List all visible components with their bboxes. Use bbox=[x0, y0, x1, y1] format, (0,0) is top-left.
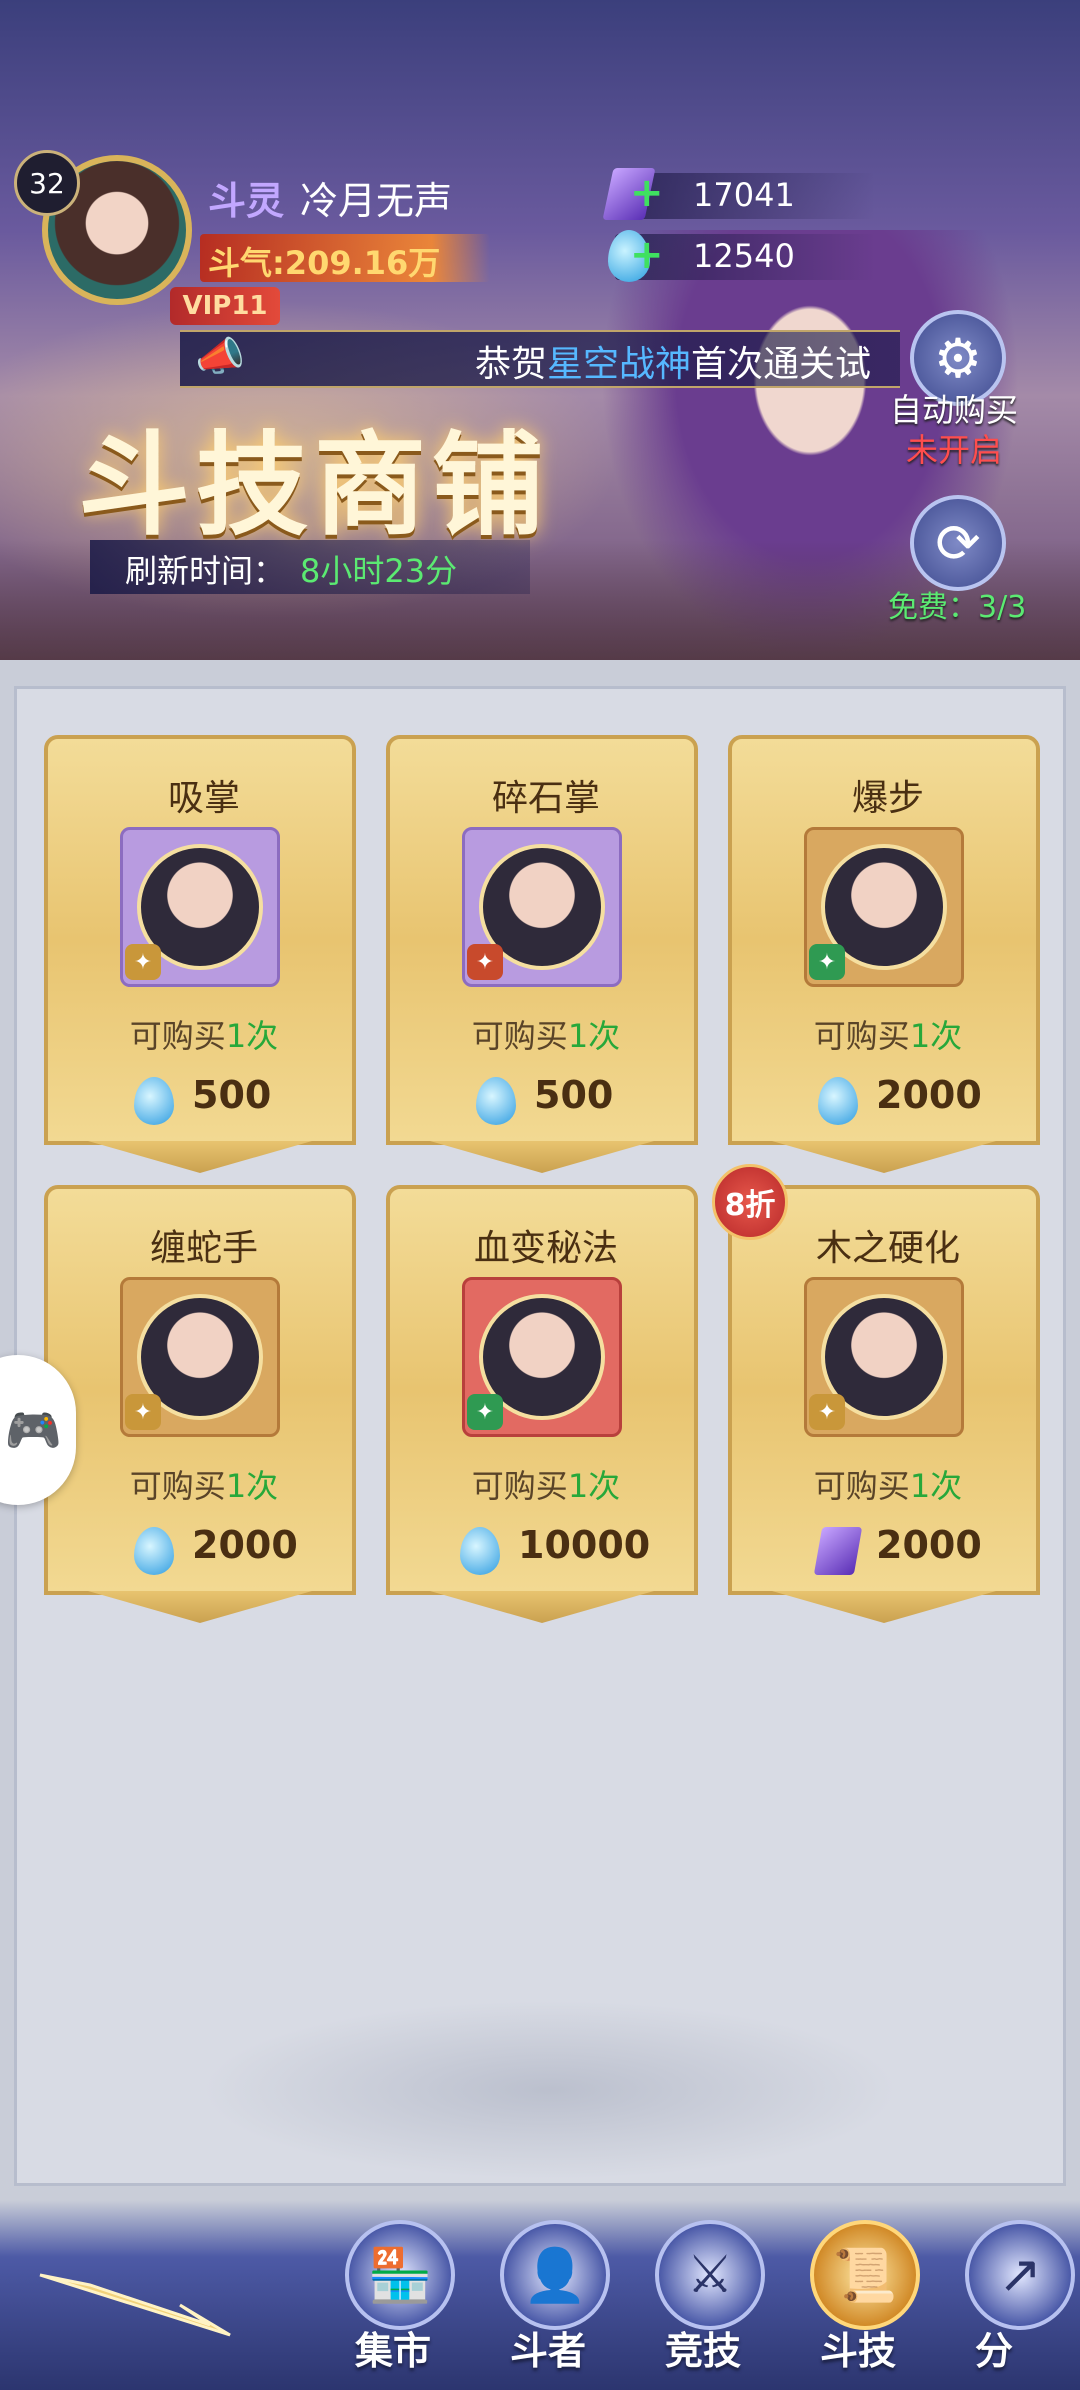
element-badge-icon: ✦ bbox=[125, 1394, 161, 1430]
shop-item-card[interactable]: 缠蛇手 ✦ 可购买1次 2000 bbox=[44, 1185, 356, 1595]
shop-item-card[interactable]: 爆步 ✦ 可购买1次 2000 bbox=[728, 735, 1040, 1145]
discount-badge: 8折 bbox=[712, 1164, 788, 1240]
nav-skill-scroll-icon[interactable]: 📜 bbox=[810, 2220, 920, 2330]
shop-title: 斗技商铺 bbox=[78, 420, 550, 551]
element-badge-icon: ✦ bbox=[467, 1394, 503, 1430]
purchase-limit: 可购买1次 bbox=[813, 1467, 963, 1505]
purchase-limit: 可购买1次 bbox=[471, 1467, 621, 1505]
item-price: 10000 bbox=[518, 1523, 651, 1567]
player-rank: 斗灵 bbox=[208, 179, 285, 223]
player-level-badge: 32 bbox=[14, 150, 80, 216]
item-portrait: ✦ bbox=[120, 1277, 280, 1437]
crystal-amount: 17041 bbox=[693, 176, 795, 214]
item-price: 500 bbox=[534, 1073, 614, 1117]
element-badge-icon: ✦ bbox=[467, 944, 503, 980]
blue-drop-icon bbox=[818, 1077, 858, 1125]
item-name: 碎石掌 bbox=[491, 778, 600, 819]
nav-label[interactable]: 竞技 bbox=[665, 2320, 741, 2375]
announcement-horn-icon: 📣 bbox=[195, 334, 245, 380]
vip-badge[interactable]: VIP11 bbox=[170, 287, 280, 325]
item-name: 血变秘法 bbox=[473, 1228, 618, 1269]
free-refresh-count: 免费：3/3 bbox=[888, 590, 1027, 625]
auto-buy-status: 未开启 bbox=[906, 431, 1003, 469]
item-portrait: ✦ bbox=[462, 827, 622, 987]
item-portrait: ✦ bbox=[462, 1277, 622, 1437]
refresh-time-value: 8小时23分 bbox=[300, 552, 458, 590]
nav-share-icon[interactable]: ↗ bbox=[965, 2220, 1075, 2330]
add-drop-button[interactable]: + bbox=[630, 232, 664, 278]
purple-crystal-icon bbox=[813, 1527, 863, 1575]
item-portrait: ✦ bbox=[120, 827, 280, 987]
element-badge-icon: ✦ bbox=[125, 944, 161, 980]
add-crystal-button[interactable]: + bbox=[630, 170, 664, 216]
blue-drop-icon bbox=[476, 1077, 516, 1125]
back-arrow-icon[interactable] bbox=[30, 2255, 250, 2345]
refresh-icon: ⟳ bbox=[935, 511, 981, 575]
refresh-time-label: 刷新时间： bbox=[125, 552, 286, 590]
item-name: 木之硬化 bbox=[815, 1228, 960, 1269]
player-power: 斗气:209.16万 bbox=[208, 244, 441, 282]
item-portrait: ✦ bbox=[804, 827, 964, 987]
item-name: 爆步 bbox=[851, 778, 924, 819]
purchase-limit: 可购买1次 bbox=[813, 1017, 963, 1055]
shop-item-card[interactable]: 血变秘法 ✦ 可购买1次 10000 bbox=[386, 1185, 698, 1595]
nav-fighter-icon[interactable]: 👤 bbox=[500, 2220, 610, 2330]
gamepad-icon: 🎮 bbox=[4, 1402, 62, 1457]
blue-drop-icon bbox=[134, 1077, 174, 1125]
gear-icon: ⚙ bbox=[933, 326, 983, 390]
purchase-limit: 可购买1次 bbox=[129, 1017, 279, 1055]
purchase-limit: 可购买1次 bbox=[471, 1017, 621, 1055]
nav-label[interactable]: 斗者 bbox=[510, 2320, 586, 2375]
notice-text: 恭贺星空战神首次通关试 bbox=[475, 344, 872, 385]
item-price: 500 bbox=[192, 1073, 272, 1117]
nav-label[interactable]: 集市 bbox=[355, 2320, 431, 2375]
purchase-limit: 可购买1次 bbox=[129, 1467, 279, 1505]
item-portrait: ✦ bbox=[804, 1277, 964, 1437]
item-price: 2000 bbox=[876, 1523, 982, 1567]
drop-amount: 12540 bbox=[693, 237, 795, 275]
blue-drop-icon bbox=[460, 1527, 500, 1575]
nav-label[interactable]: 斗技 bbox=[820, 2320, 896, 2375]
nav-label[interactable]: 分 bbox=[975, 2320, 1013, 2375]
shop-item-card[interactable]: 吸掌 ✦ 可购买1次 500 bbox=[44, 735, 356, 1145]
pagoda-background bbox=[200, 2000, 900, 2180]
item-price: 2000 bbox=[876, 1073, 982, 1117]
element-badge-icon: ✦ bbox=[809, 1394, 845, 1430]
item-name: 缠蛇手 bbox=[149, 1228, 258, 1269]
nav-arena-icon[interactable]: ⚔ bbox=[655, 2220, 765, 2330]
shop-item-card[interactable]: 碎石掌 ✦ 可购买1次 500 bbox=[386, 735, 698, 1145]
shop-item-card[interactable]: 木之硬化 ✦ 可购买1次 2000 bbox=[728, 1185, 1040, 1595]
nav-market-icon[interactable]: 🏪 bbox=[345, 2220, 455, 2330]
blue-drop-icon bbox=[134, 1527, 174, 1575]
refresh-shop-button[interactable]: ⟳ bbox=[910, 495, 1006, 591]
item-price: 2000 bbox=[192, 1523, 298, 1567]
item-name: 吸掌 bbox=[167, 778, 240, 819]
element-badge-icon: ✦ bbox=[809, 944, 845, 980]
player-name: 冷月无声 bbox=[300, 179, 453, 223]
